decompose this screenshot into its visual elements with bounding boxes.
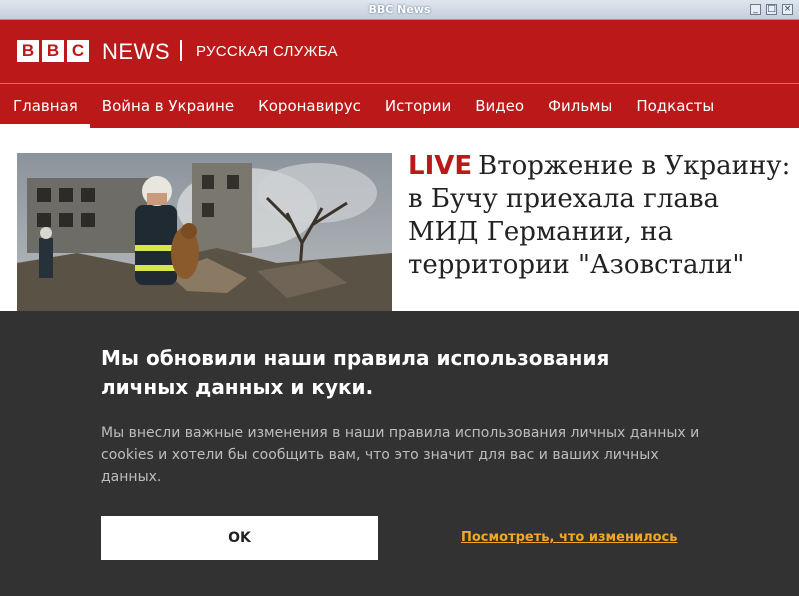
service-name[interactable]: РУССКАЯ СЛУЖБА xyxy=(196,43,338,60)
cookie-banner: Мы обновили наши правила использования л… xyxy=(0,311,799,596)
window-title: BBC News xyxy=(368,3,431,16)
see-changes-link[interactable]: Посмотреть, что изменилось xyxy=(461,530,677,545)
lead-story-image[interactable] xyxy=(17,153,392,311)
lead-story-headline[interactable]: LIVE Вторжение в Украину: в Бучу приехала… xyxy=(408,150,793,282)
ok-button[interactable]: OK xyxy=(101,516,378,560)
cookie-banner-text: Мы внесли важные изменения в наши правил… xyxy=(101,425,700,485)
nav-item-films[interactable]: Фильмы xyxy=(536,84,624,128)
site-header: B B C NEWS РУССКАЯ СЛУЖБА Главная Война … xyxy=(0,20,799,128)
logo-letter: B xyxy=(42,40,64,62)
logo-letter: B xyxy=(17,40,39,62)
live-badge: LIVE xyxy=(408,151,473,181)
logo-divider xyxy=(180,40,182,61)
bbc-logo[interactable]: B B C xyxy=(17,40,89,62)
maximize-icon[interactable]: □ xyxy=(766,4,777,15)
nav-item-podcasts[interactable]: Подкасты xyxy=(624,84,726,128)
nav-item-home[interactable]: Главная xyxy=(0,84,90,128)
cookie-banner-title: Мы обновили наши правила использования л… xyxy=(101,346,610,399)
minimize-icon[interactable]: _ xyxy=(750,4,761,15)
main-nav: Главная Война в Украине Коронавирус Исто… xyxy=(0,84,726,128)
nav-item-coronavirus[interactable]: Коронавирус xyxy=(246,84,373,128)
window-titlebar: BBC News _ □ × xyxy=(0,0,799,20)
nav-item-stories[interactable]: Истории xyxy=(373,84,463,128)
close-icon[interactable]: × xyxy=(782,4,793,15)
nav-item-video[interactable]: Видео xyxy=(463,84,536,128)
nav-item-war-in-ukraine[interactable]: Война в Украине xyxy=(90,84,246,128)
news-wordmark[interactable]: NEWS xyxy=(102,39,170,65)
logo-letter: C xyxy=(67,40,89,62)
